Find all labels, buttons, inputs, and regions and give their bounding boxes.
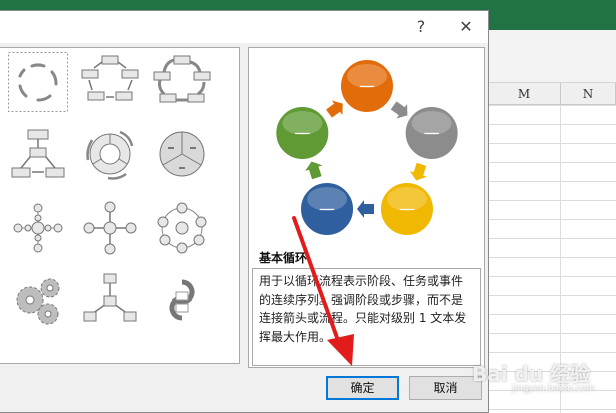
dialog-titlebar: ? ✕ [0, 11, 488, 43]
layout-thumb-segmented-pie[interactable] [152, 124, 212, 184]
layout-gallery[interactable] [0, 47, 240, 364]
preview-node-label: — [319, 199, 335, 218]
excel-formula-area [488, 30, 616, 83]
excel-column-header: M N [488, 83, 616, 105]
smartart-dialog: ? ✕ — — — — — 基本循环 用于以循环流程表示阶段、任务或事件的连续序… [0, 10, 489, 413]
watermark-url: jingyan.baidu.com [512, 384, 596, 394]
preview-connector-arrow [305, 161, 323, 180]
layout-thumb-hierarchy-flow[interactable] [8, 124, 68, 184]
layout-thumb-radial-list[interactable] [8, 198, 68, 258]
radial-cycle-icon [157, 202, 207, 254]
preview-node-label: — [424, 123, 440, 142]
watermark-logo: Bai du 经验 [472, 362, 591, 386]
arrow-loop-icon [169, 279, 195, 321]
hierarchy-flow-icon [11, 129, 65, 178]
text-cycle-icon [81, 55, 139, 101]
layout-thumb-segmented-cycle-flow[interactable] [152, 52, 212, 112]
layout-description: 用于以循环流程表示阶段、任务或事件的连续序列。强调阶段或步骤，而不是连接箭头或流… [252, 268, 481, 366]
preview-node-label: — [359, 76, 375, 95]
layout-thumb-arrow-loop[interactable] [152, 270, 212, 330]
gear-icon [16, 278, 60, 325]
layout-thumb-radial-tree[interactable] [80, 270, 140, 330]
preview-connector-arrow [357, 200, 374, 219]
layout-thumb-gear[interactable] [8, 270, 68, 330]
close-button[interactable]: ✕ [456, 17, 476, 37]
ok-button[interactable]: 确定 [326, 376, 399, 400]
preview-connector-arrow [409, 162, 427, 181]
diverging-radial-icon [83, 201, 137, 255]
preview-diagram: — — — — — [274, 58, 460, 238]
preview-node-label: — [399, 199, 415, 218]
help-button[interactable]: ? [411, 17, 431, 37]
radial-tree-icon [83, 273, 137, 322]
column-header-m[interactable]: M [488, 83, 561, 105]
radial-list-icon [13, 203, 63, 253]
segmented-cycle-flow-icon [153, 55, 211, 103]
preview-node-label: — [294, 123, 310, 142]
column-header-n[interactable]: N [561, 83, 616, 105]
basic-cycle-icon [8, 52, 68, 112]
layout-thumb-basic-cycle[interactable] [8, 52, 68, 112]
layout-thumb-radial-cycle[interactable] [152, 198, 212, 258]
segmented-pie-icon [159, 131, 205, 177]
cycle-arrows-icon [86, 130, 134, 180]
layout-title: 基本循环 [259, 251, 308, 265]
layout-thumb-text-cycle[interactable] [80, 52, 140, 112]
layout-thumb-cycle-arrows[interactable] [80, 124, 140, 184]
layout-thumb-diverging-radial[interactable] [80, 198, 140, 258]
